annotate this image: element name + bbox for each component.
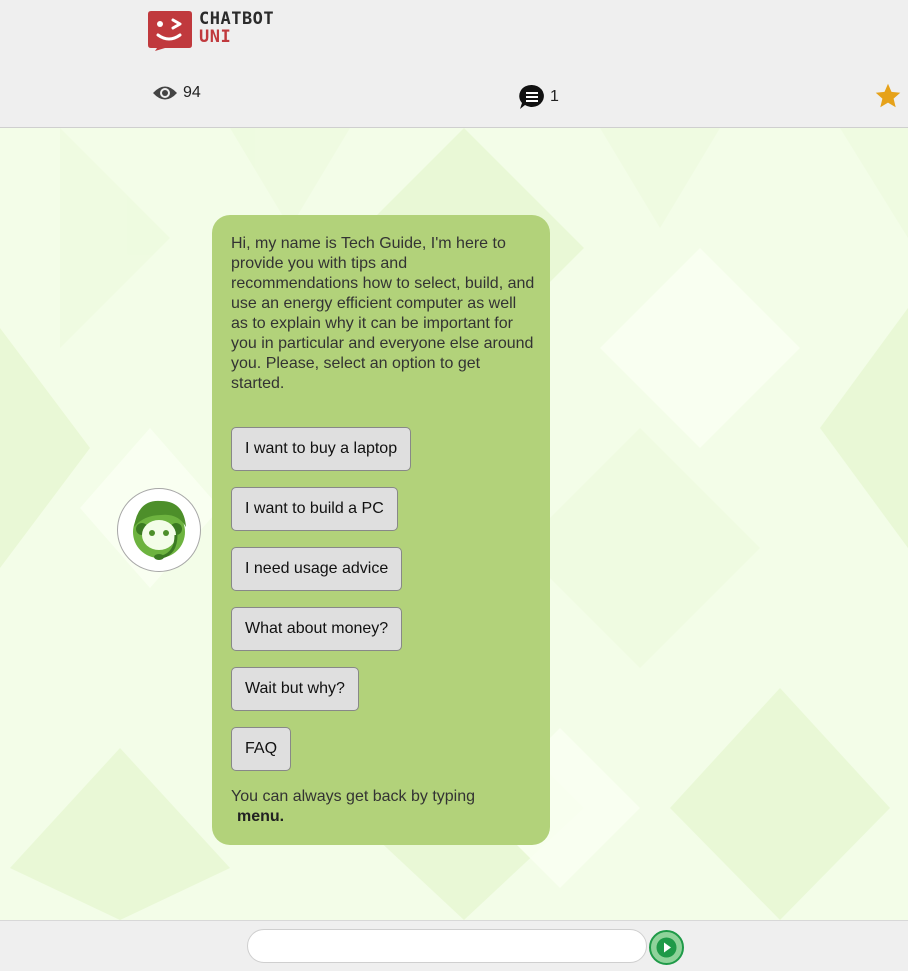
logo-line-1: CHATBOT xyxy=(199,9,275,29)
menu-keyword: menu. xyxy=(237,808,285,825)
option-usage-advice-button[interactable]: I need usage advice xyxy=(231,547,403,591)
play-icon xyxy=(656,937,677,958)
bot-message-text: Hi, my name is Tech Guide, I'm here to p… xyxy=(231,235,535,392)
bot-message-bubble: Hi, my name is Tech Guide, I'm here to p… xyxy=(212,215,550,845)
option-money-button[interactable]: What about money? xyxy=(231,607,403,651)
chat-area: Hi, my name is Tech Guide, I'm here to p… xyxy=(0,128,908,920)
winking-face-icon xyxy=(148,11,192,51)
message-input[interactable] xyxy=(247,929,647,963)
send-button[interactable] xyxy=(649,930,684,965)
logo-line-2: UNI xyxy=(199,27,232,47)
views-counter: 94 xyxy=(152,84,201,102)
comments-count: 1 xyxy=(550,88,559,105)
comments-counter[interactable]: 1 xyxy=(519,84,559,110)
eye-icon xyxy=(153,86,177,100)
logo-wordmark: CHATBOT UNI xyxy=(199,10,274,46)
option-faq-button[interactable]: FAQ xyxy=(231,727,292,771)
composer-bar xyxy=(0,920,908,971)
option-build-pc-button[interactable]: I want to build a PC xyxy=(231,487,398,531)
comment-icon xyxy=(519,84,544,109)
back-hint-text: You can always get back by typing xyxy=(231,788,476,805)
header: CHATBOT UNI 94 1 xyxy=(0,0,908,128)
bot-avatar xyxy=(117,488,201,572)
option-why-button[interactable]: Wait but why? xyxy=(231,667,359,711)
views-count: 94 xyxy=(183,84,201,101)
option-buy-laptop-button[interactable]: I want to buy a laptop xyxy=(231,427,412,471)
logo[interactable] xyxy=(147,9,193,51)
back-to-menu-hint: You can always get back by typing menu. xyxy=(231,787,536,827)
support-agent-icon xyxy=(133,500,186,560)
star-icon[interactable] xyxy=(874,82,902,110)
